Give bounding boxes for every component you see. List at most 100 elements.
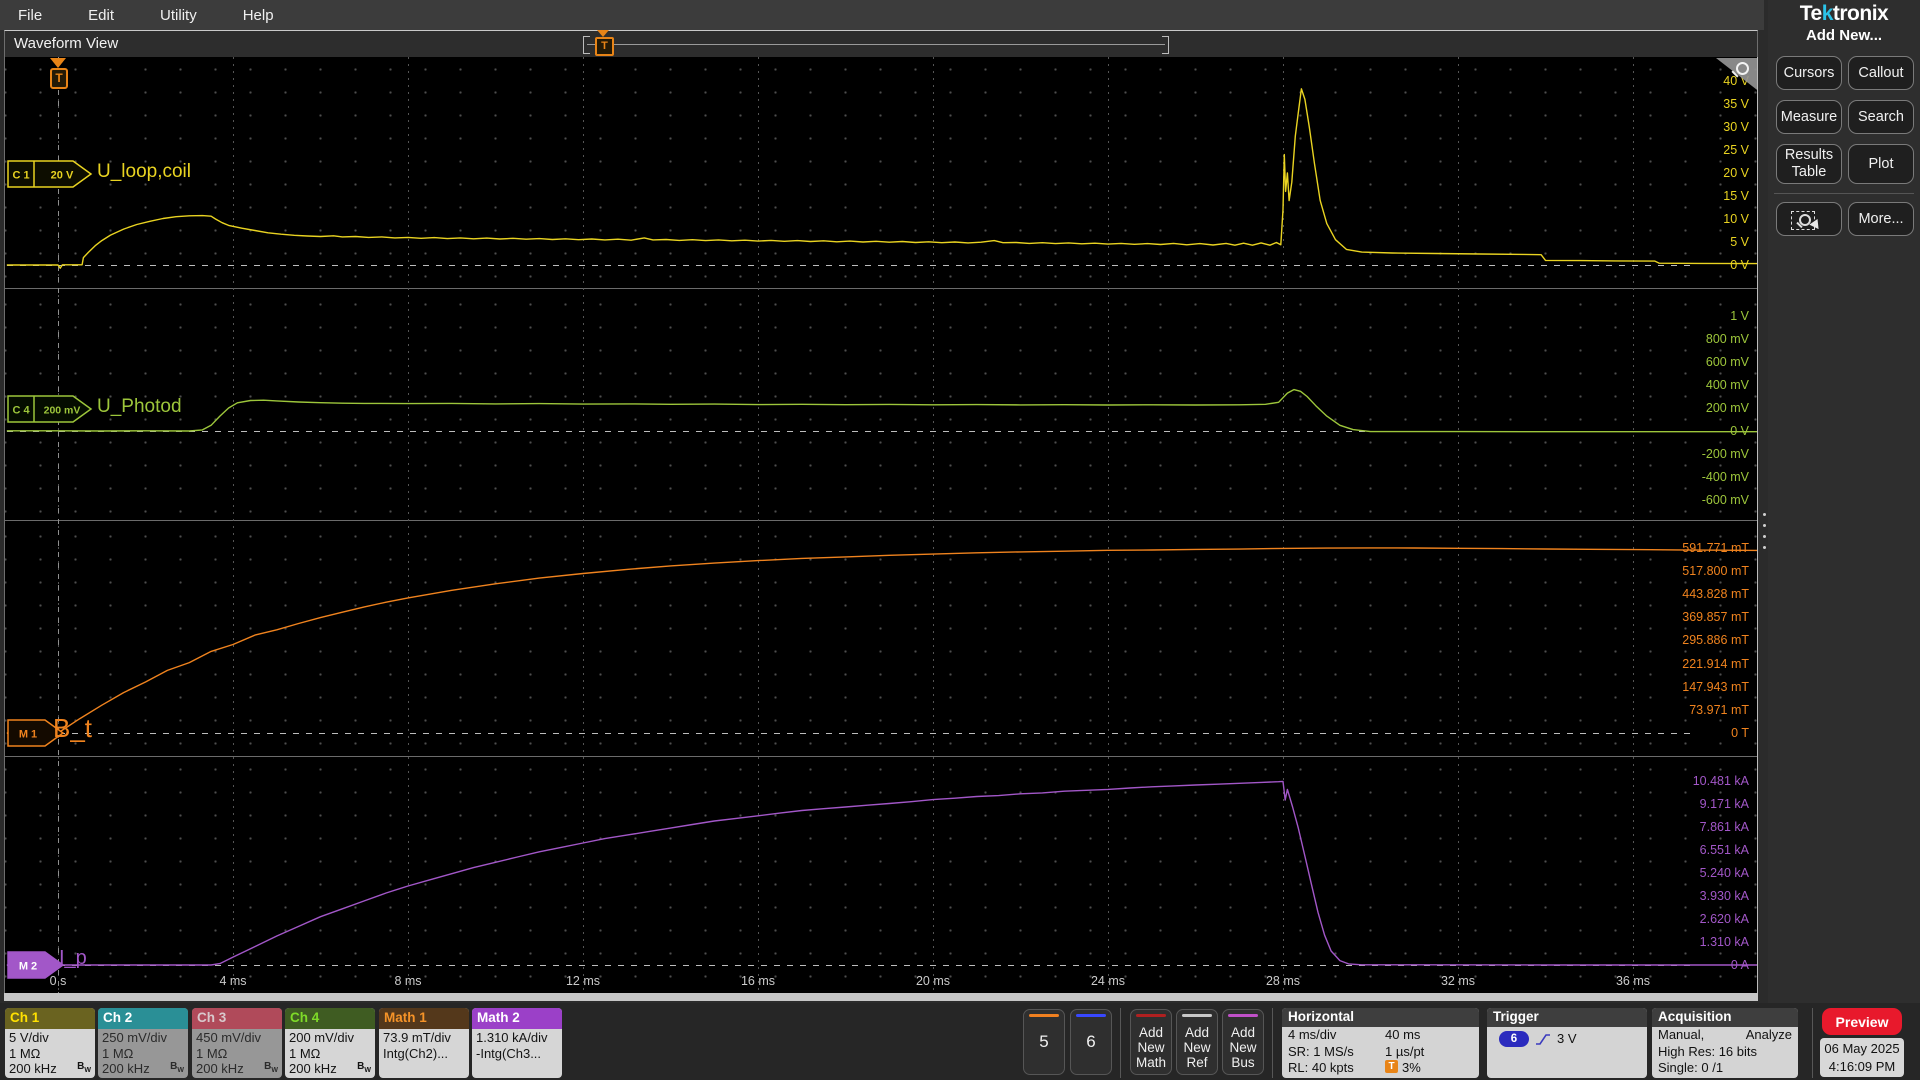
waveform-view-titlebar[interactable]: Waveform View T [4,30,1758,57]
bandwidth-limit-icon: BW [357,1061,371,1074]
ch2-badge[interactable]: Ch 2 250 mV/div 1 MΩ 200 kHz BW [98,1008,188,1078]
menu-file[interactable]: File [18,7,42,24]
menu-edit[interactable]: Edit [88,7,114,24]
waveform-trace-U_Photod [6,388,1757,433]
overview-line [587,44,1165,45]
trace-label-u-photod[interactable]: U_Photod [97,396,182,418]
math1-source: Intg(Ch2)... [383,1045,449,1061]
waveform-traces [6,88,1757,966]
add-new-math-button[interactable]: Add New Math [1130,1009,1172,1075]
preview-button[interactable]: Preview [1822,1008,1902,1035]
ch2-badge-header: Ch 2 [98,1008,188,1029]
sample-resolution: 1 µs/pt [1385,1043,1425,1059]
sidebar-divider [1774,193,1914,194]
trigger-level: 3 V [1557,1031,1577,1046]
acq-resolution: High Res: 16 bits [1658,1043,1757,1059]
time: 4:16:09 PM [1828,1059,1896,1074]
channel-badge-ch4[interactable]: C 4 200 mV [7,395,95,423]
measure-button[interactable]: Measure [1776,100,1842,134]
callout-button[interactable]: Callout [1848,56,1914,90]
ch1-badge[interactable]: Ch 1 5 V/div 1 MΩ 200 kHz BW [5,1008,95,1078]
bandwidth-limit-icon: BW [77,1061,91,1074]
math-badge-m2[interactable]: ​ M 2 [7,951,67,979]
ch2-scale: 250 mV/div [102,1030,168,1045]
bottom-bar-divider [1812,1008,1813,1078]
horizontal-overview-bar[interactable]: T [583,30,1169,56]
plot-button[interactable]: Plot [1848,144,1914,184]
math1-scale: 73.9 mT/div [383,1030,451,1045]
menu-utility[interactable]: Utility [160,7,197,24]
bandwidth-limit-icon: BW [170,1061,184,1074]
waveform-trace-I_p [6,780,1757,966]
overview-left-bracket[interactable] [583,36,590,54]
overview-trigger-icon[interactable]: T [595,37,614,56]
results-table-button[interactable]: Results Table [1776,144,1842,184]
trace-label-i-p[interactable]: I_p [59,947,87,970]
horizontal-window: 40 ms [1385,1027,1421,1042]
right-sidebar: Tektronix Add New... Cursors Callout Mea… [1768,0,1920,1003]
menu-help[interactable]: Help [243,7,274,24]
trigger-panel[interactable]: Trigger 6 3 V [1487,1008,1647,1078]
ch1-scale: 5 V/div [9,1030,49,1045]
math2-scale: 1.310 kA/div [476,1030,548,1045]
trigger-marker-arrow-icon[interactable] [50,58,66,68]
ch3-badge[interactable]: Ch 3 450 mV/div 1 MΩ 200 kHz BW [192,1008,282,1078]
acq-single: Single: 0 /1 [1658,1060,1724,1075]
waveform-window-bottom-strip [4,993,1758,1001]
cursors-button[interactable]: Cursors [1776,56,1842,90]
math1-badge[interactable]: Math 1 73.9 mT/div Intg(Ch2)... [379,1008,469,1078]
trigger-marker-icon[interactable]: T [50,68,68,89]
ch3-scale: 450 mV/div [196,1030,262,1045]
waveform-trace-B_t [6,547,1757,734]
ch4-bandwidth: 200 kHz [289,1061,337,1076]
waveform-view-title: Waveform View [14,35,119,52]
slot6-button[interactable]: 6 [1070,1009,1112,1075]
more-button[interactable]: More... [1848,202,1914,236]
ch4-scale: 200 mV/div [289,1030,355,1045]
ch1-bandwidth: 200 kHz [9,1061,57,1076]
panel-splitter-handle[interactable] [1760,505,1768,555]
svg-text:200 mV: 200 mV [44,405,81,417]
tektronix-logo: Tektronix [1799,2,1889,25]
add-new-bus-button[interactable]: Add New Bus [1222,1009,1264,1075]
ch1-badge-header: Ch 1 [5,1008,95,1029]
menu-bar: File Edit Utility Help [0,0,1764,30]
ch4-badge[interactable]: Ch 4 200 mV/div 1 MΩ 200 kHz BW [285,1008,375,1078]
trigger-position-icon: T [1385,1060,1398,1073]
ch3-badge-header: Ch 3 [192,1008,282,1029]
trace-label-b-t[interactable]: B_t [53,713,92,744]
zoom-magnifier-icon [1736,62,1749,75]
datetime-display[interactable]: 06 May 2025 4:16:09 PM [1820,1038,1904,1077]
math1-badge-header: Math 1 [379,1008,469,1029]
record-length: RL: 40 kpts [1288,1060,1354,1075]
date: 06 May 2025 [1824,1041,1900,1056]
trigger-panel-title: Trigger [1487,1008,1647,1027]
math2-badge-header: Math 2 [472,1008,562,1029]
svg-text:C 1: C 1 [12,170,29,182]
horizontal-scale: 4 ms/div [1288,1027,1337,1042]
waveform-trace-U_loop,coil [6,88,1757,269]
horizontal-panel-title: Horizontal [1282,1008,1479,1027]
acquisition-panel[interactable]: Acquisition Manual, Analyze High Res: 16 … [1652,1008,1798,1078]
acquisition-panel-title: Acquisition [1652,1008,1798,1027]
overview-right-bracket[interactable] [1162,36,1169,54]
slot5-button[interactable]: 5 [1023,1009,1065,1075]
channel-badge-ch1[interactable]: C 1 20 V [7,160,95,188]
svg-text:20 V: 20 V [51,170,74,182]
box-zoom-button[interactable] [1776,202,1842,236]
rising-edge-icon [1536,1034,1550,1046]
horizontal-panel[interactable]: Horizontal 4 ms/div 40 ms SR: 1 MS/s 1 µs/… [1282,1008,1479,1078]
svg-text:M 2: M 2 [19,961,37,973]
sample-rate: SR: 1 MS/s [1288,1043,1354,1059]
graticule[interactable]: 40 V 35 V 30 V 25 V 20 V 15 V 10 V5 V0 V1 V 800… [4,57,1758,993]
math2-badge[interactable]: Math 2 1.310 kA/div -Intg(Ch3... [472,1008,562,1078]
overview-trigger-arrow-icon [597,30,609,37]
ch2-bandwidth: 200 kHz [102,1061,150,1076]
ch3-bandwidth: 200 kHz [196,1061,244,1076]
add-new-ref-button[interactable]: Add New Ref [1176,1009,1218,1075]
trace-label-u-loop-coil[interactable]: U_loop,coil [97,161,191,183]
bottom-bar: Ch 1 5 V/div 1 MΩ 200 kHz BW Ch 2 250 mV/… [0,1003,1920,1080]
search-button[interactable]: Search [1848,100,1914,134]
math2-source: -Intg(Ch3... [476,1045,542,1061]
trigger-source-badge: 6 [1499,1031,1529,1048]
